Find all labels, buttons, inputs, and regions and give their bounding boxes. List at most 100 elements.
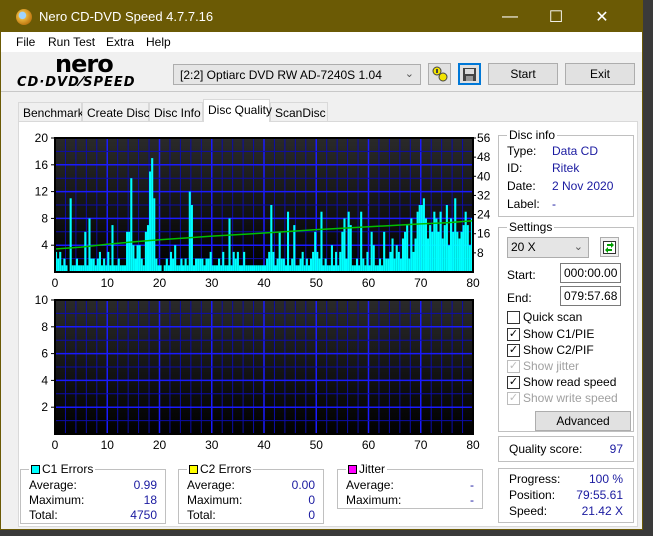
c1-bar — [266, 258, 269, 272]
x-tick-label: 80 — [466, 276, 480, 290]
disc-id-value: Ritek — [552, 161, 580, 175]
y2-tick-label: 16 — [477, 227, 491, 241]
c1-bar — [111, 225, 114, 272]
c1-bar — [142, 265, 145, 272]
checkbox-box — [507, 310, 520, 324]
c1-bar — [305, 258, 308, 272]
save-button[interactable] — [458, 63, 481, 85]
c1-bar — [316, 251, 319, 272]
c1-bar — [199, 258, 202, 272]
c1-bar — [372, 245, 375, 272]
c1-bar — [209, 251, 212, 272]
menu-help[interactable]: Help — [146, 35, 171, 49]
menu-file[interactable]: File — [16, 35, 35, 49]
end-label: End: — [507, 291, 532, 305]
advanced-button[interactable]: Advanced — [535, 411, 631, 431]
disc-label-label: Label: — [507, 197, 540, 211]
c1-bar — [96, 258, 99, 272]
c1-bar — [326, 265, 329, 272]
c1-bar — [63, 258, 66, 272]
c1-bar — [61, 265, 64, 272]
c1-bar — [149, 171, 152, 272]
c1-bar — [437, 231, 440, 272]
c1-bar — [450, 218, 453, 272]
c1-bar — [360, 211, 363, 272]
disc-date-value: 2 Nov 2020 — [552, 179, 614, 193]
c2-errors-title: C2 Errors — [187, 462, 254, 476]
c1-bar — [429, 225, 432, 272]
c1-bar — [460, 231, 463, 272]
c1-bar — [94, 265, 97, 272]
c1-bar — [243, 251, 246, 272]
c1-bar — [121, 265, 124, 272]
tab-disc-quality[interactable]: Disc Quality — [203, 99, 272, 122]
c1-bar — [140, 258, 143, 272]
c1-bar — [431, 231, 434, 272]
c1-bar — [226, 265, 229, 272]
c1-bar — [169, 251, 173, 272]
menu-extra[interactable]: Extra — [106, 35, 134, 49]
c1-bar — [447, 245, 451, 272]
tab-create-disc[interactable]: Create Disc — [82, 102, 150, 122]
x-tick-label: 60 — [362, 276, 376, 290]
tab-disc-info[interactable]: Disc Info — [149, 102, 203, 122]
c1-bar — [213, 265, 216, 272]
c1-bar — [251, 265, 254, 272]
window-title: Nero CD-DVD Speed 4.7.7.16 — [39, 9, 214, 24]
tab-scandisc[interactable]: ScanDisc — [270, 102, 328, 122]
speed-label: Speed: — [509, 504, 548, 518]
c1-bar — [351, 265, 354, 272]
speed-value: 21.42 X — [581, 504, 623, 518]
c1-bar — [264, 265, 267, 272]
c1-bar — [270, 205, 273, 272]
show-c1-pie-checkbox[interactable]: ✓ Show C1/PIE — [507, 327, 594, 341]
maximize-button[interactable]: ☐ — [533, 1, 579, 32]
settings-group: Settings 20 X ⌄ Start: 000:00.00 End: 07… — [498, 220, 634, 432]
c1-bar — [115, 265, 118, 272]
c2-average-value: 0.00 — [291, 478, 315, 492]
c1-bar — [416, 211, 419, 272]
y2-tick-label: 48 — [477, 150, 491, 164]
exit-button[interactable]: Exit — [565, 63, 635, 85]
c1-bar — [330, 245, 333, 272]
c1-bar — [236, 251, 239, 272]
quick-scan-checkbox[interactable]: Quick scan — [507, 310, 582, 324]
check-icon: ✓ — [507, 359, 520, 373]
end-time-input[interactable]: 079:57.68 — [560, 286, 621, 306]
refresh-button[interactable] — [600, 237, 619, 257]
logo-cd-dvd-speed-text: CD·DVD⁄SPEED — [17, 75, 136, 90]
c1-bar — [385, 258, 388, 272]
c1-bar — [184, 258, 187, 272]
c1-bar — [201, 258, 204, 272]
show-c2-pif-checkbox[interactable]: ✓ Show C2/PIF — [507, 343, 594, 357]
c1-bar — [261, 265, 264, 272]
c1-bar — [406, 225, 409, 272]
c2-total-label: Total: — [187, 508, 216, 522]
tab-benchmark[interactable]: Benchmark — [18, 102, 84, 122]
disc-info-group: Disc info Type: Data CD ID: Ritek Date: … — [498, 128, 634, 217]
minimize-button[interactable]: — — [487, 1, 533, 32]
c1-bar — [280, 258, 283, 272]
menu-run-test[interactable]: Run Test — [48, 35, 95, 49]
c1-bar — [362, 258, 365, 272]
c1-bar — [132, 245, 135, 272]
c1-bar — [215, 265, 219, 272]
c1-bar — [86, 265, 89, 272]
progress-label: Progress: — [509, 472, 561, 486]
c1-bar — [98, 251, 101, 272]
c1-bar — [73, 265, 76, 272]
jitter-color-swatch — [348, 464, 357, 474]
jitter-title: Jitter — [346, 462, 388, 476]
c1-bar — [462, 225, 465, 272]
drive-select[interactable]: [2:2] Optiarc DVD RW AD-7240S 1.04 ⌄ — [173, 64, 421, 85]
c1-title-text: C1 Errors — [42, 462, 94, 476]
show-read-speed-checkbox[interactable]: ✓ Show read speed — [507, 375, 616, 389]
eject-swap-button[interactable] — [428, 63, 451, 85]
speed-select[interactable]: 20 X ⌄ — [507, 237, 589, 258]
start-button[interactable]: Start — [488, 63, 558, 85]
quality-score-label: Quality score: — [509, 442, 583, 456]
start-time-input[interactable]: 000:00.00 — [560, 263, 621, 283]
check-icon: ✓ — [507, 391, 520, 405]
close-button[interactable]: ✕ — [579, 1, 625, 32]
c1-bar — [378, 258, 382, 272]
